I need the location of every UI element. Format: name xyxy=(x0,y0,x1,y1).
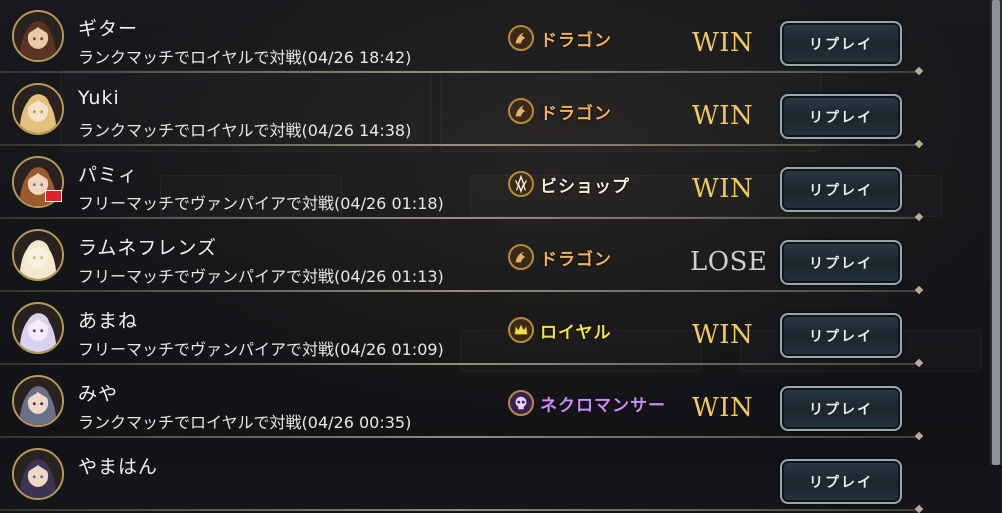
replay-button[interactable]: リプレイ xyxy=(780,313,902,358)
player-avatar[interactable] xyxy=(12,83,64,135)
player-name: ラムネフレンズ xyxy=(78,237,218,259)
player-avatar[interactable] xyxy=(12,229,64,281)
opponent-class-label: ロイヤル xyxy=(540,322,612,343)
player-name: ギター xyxy=(78,18,139,40)
match-row: Yuki ランクマッチでロイヤルで対戦(04/26 14:38) ドラゴン WIN リプ… xyxy=(0,73,990,146)
opponent-class-badge: ドラゴン xyxy=(508,98,612,124)
player-name: パミィ xyxy=(78,164,139,186)
opponent-class-badge: ロイヤル xyxy=(508,317,612,343)
bishop-icon xyxy=(508,171,534,197)
row-divider xyxy=(0,509,918,511)
player-avatar[interactable] xyxy=(12,302,64,354)
match-description: フリーマッチでヴァンパイアで対戦(04/26 01:09) xyxy=(78,340,444,359)
dragon-icon xyxy=(508,98,534,124)
replay-button[interactable]: リプレイ xyxy=(780,386,902,431)
match-row: ラムネフレンズフリーマッチでヴァンパイアで対戦(04/26 01:13) ドラゴン… xyxy=(0,219,990,292)
match-description: ランクマッチでロイヤルで対戦(04/26 00:35) xyxy=(78,413,412,432)
match-description: フリーマッチでヴァンパイアで対戦(04/26 01:18) xyxy=(78,194,444,213)
match-result: LOSE xyxy=(690,247,768,277)
match-result: WIN xyxy=(692,393,754,423)
match-row: やまはん リプレイ xyxy=(0,438,990,511)
match-description: ランクマッチでロイヤルで対戦(04/26 18:42) xyxy=(78,48,412,67)
match-result: WIN xyxy=(692,28,754,58)
match-description: フリーマッチでヴァンパイアで対戦(04/26 01:13) xyxy=(78,267,444,286)
match-result: WIN xyxy=(692,320,754,350)
replay-button[interactable]: リプレイ xyxy=(780,94,902,139)
replay-button[interactable]: リプレイ xyxy=(780,459,902,504)
opponent-class-label: ドラゴン xyxy=(540,103,612,124)
flag-icon xyxy=(45,190,62,202)
player-avatar[interactable] xyxy=(12,448,64,500)
player-name: みや xyxy=(78,383,119,405)
scrollbar[interactable] xyxy=(990,0,1002,465)
player-name: Yuki xyxy=(78,87,120,109)
opponent-class-badge: ドラゴン xyxy=(508,244,612,270)
player-avatar[interactable] xyxy=(12,10,64,62)
match-row: パミィフリーマッチでヴァンパイアで対戦(04/26 01:18) ビショップ WIN… xyxy=(0,146,990,219)
opponent-class-label: ドラゴン xyxy=(540,30,612,51)
opponent-class-label: ドラゴン xyxy=(540,249,612,270)
opponent-class-badge: ネクロマンサー xyxy=(508,390,666,416)
royal-icon xyxy=(508,317,534,343)
opponent-class-label: ビショップ xyxy=(540,176,630,197)
player-name: あまね xyxy=(78,310,139,332)
player-avatar[interactable] xyxy=(12,375,64,427)
necromancer-icon xyxy=(508,390,534,416)
match-row: みやランクマッチでロイヤルで対戦(04/26 00:35) ネクロマンサー WIN リ… xyxy=(0,365,990,438)
opponent-class-label: ネクロマンサー xyxy=(540,395,666,416)
match-row: ギターランクマッチでロイヤルで対戦(04/26 18:42) ドラゴン WIN リプレ… xyxy=(0,0,990,73)
match-result: WIN xyxy=(692,101,754,131)
match-description: ランクマッチでロイヤルで対戦(04/26 14:38) xyxy=(78,121,412,140)
match-row: あまねフリーマッチでヴァンパイアで対戦(04/26 01:09) ロイヤル WIN リ… xyxy=(0,292,990,365)
replay-button[interactable]: リプレイ xyxy=(780,240,902,285)
replay-button[interactable]: リプレイ xyxy=(780,21,902,66)
replay-button[interactable]: リプレイ xyxy=(780,167,902,212)
dragon-icon xyxy=(508,25,534,51)
opponent-class-badge: ビショップ xyxy=(508,171,630,197)
match-result: WIN xyxy=(692,174,754,204)
scroll-thumb[interactable] xyxy=(992,0,1000,465)
opponent-class-badge: ドラゴン xyxy=(508,25,612,51)
player-name: やまはん xyxy=(78,456,159,478)
dragon-icon xyxy=(508,244,534,270)
